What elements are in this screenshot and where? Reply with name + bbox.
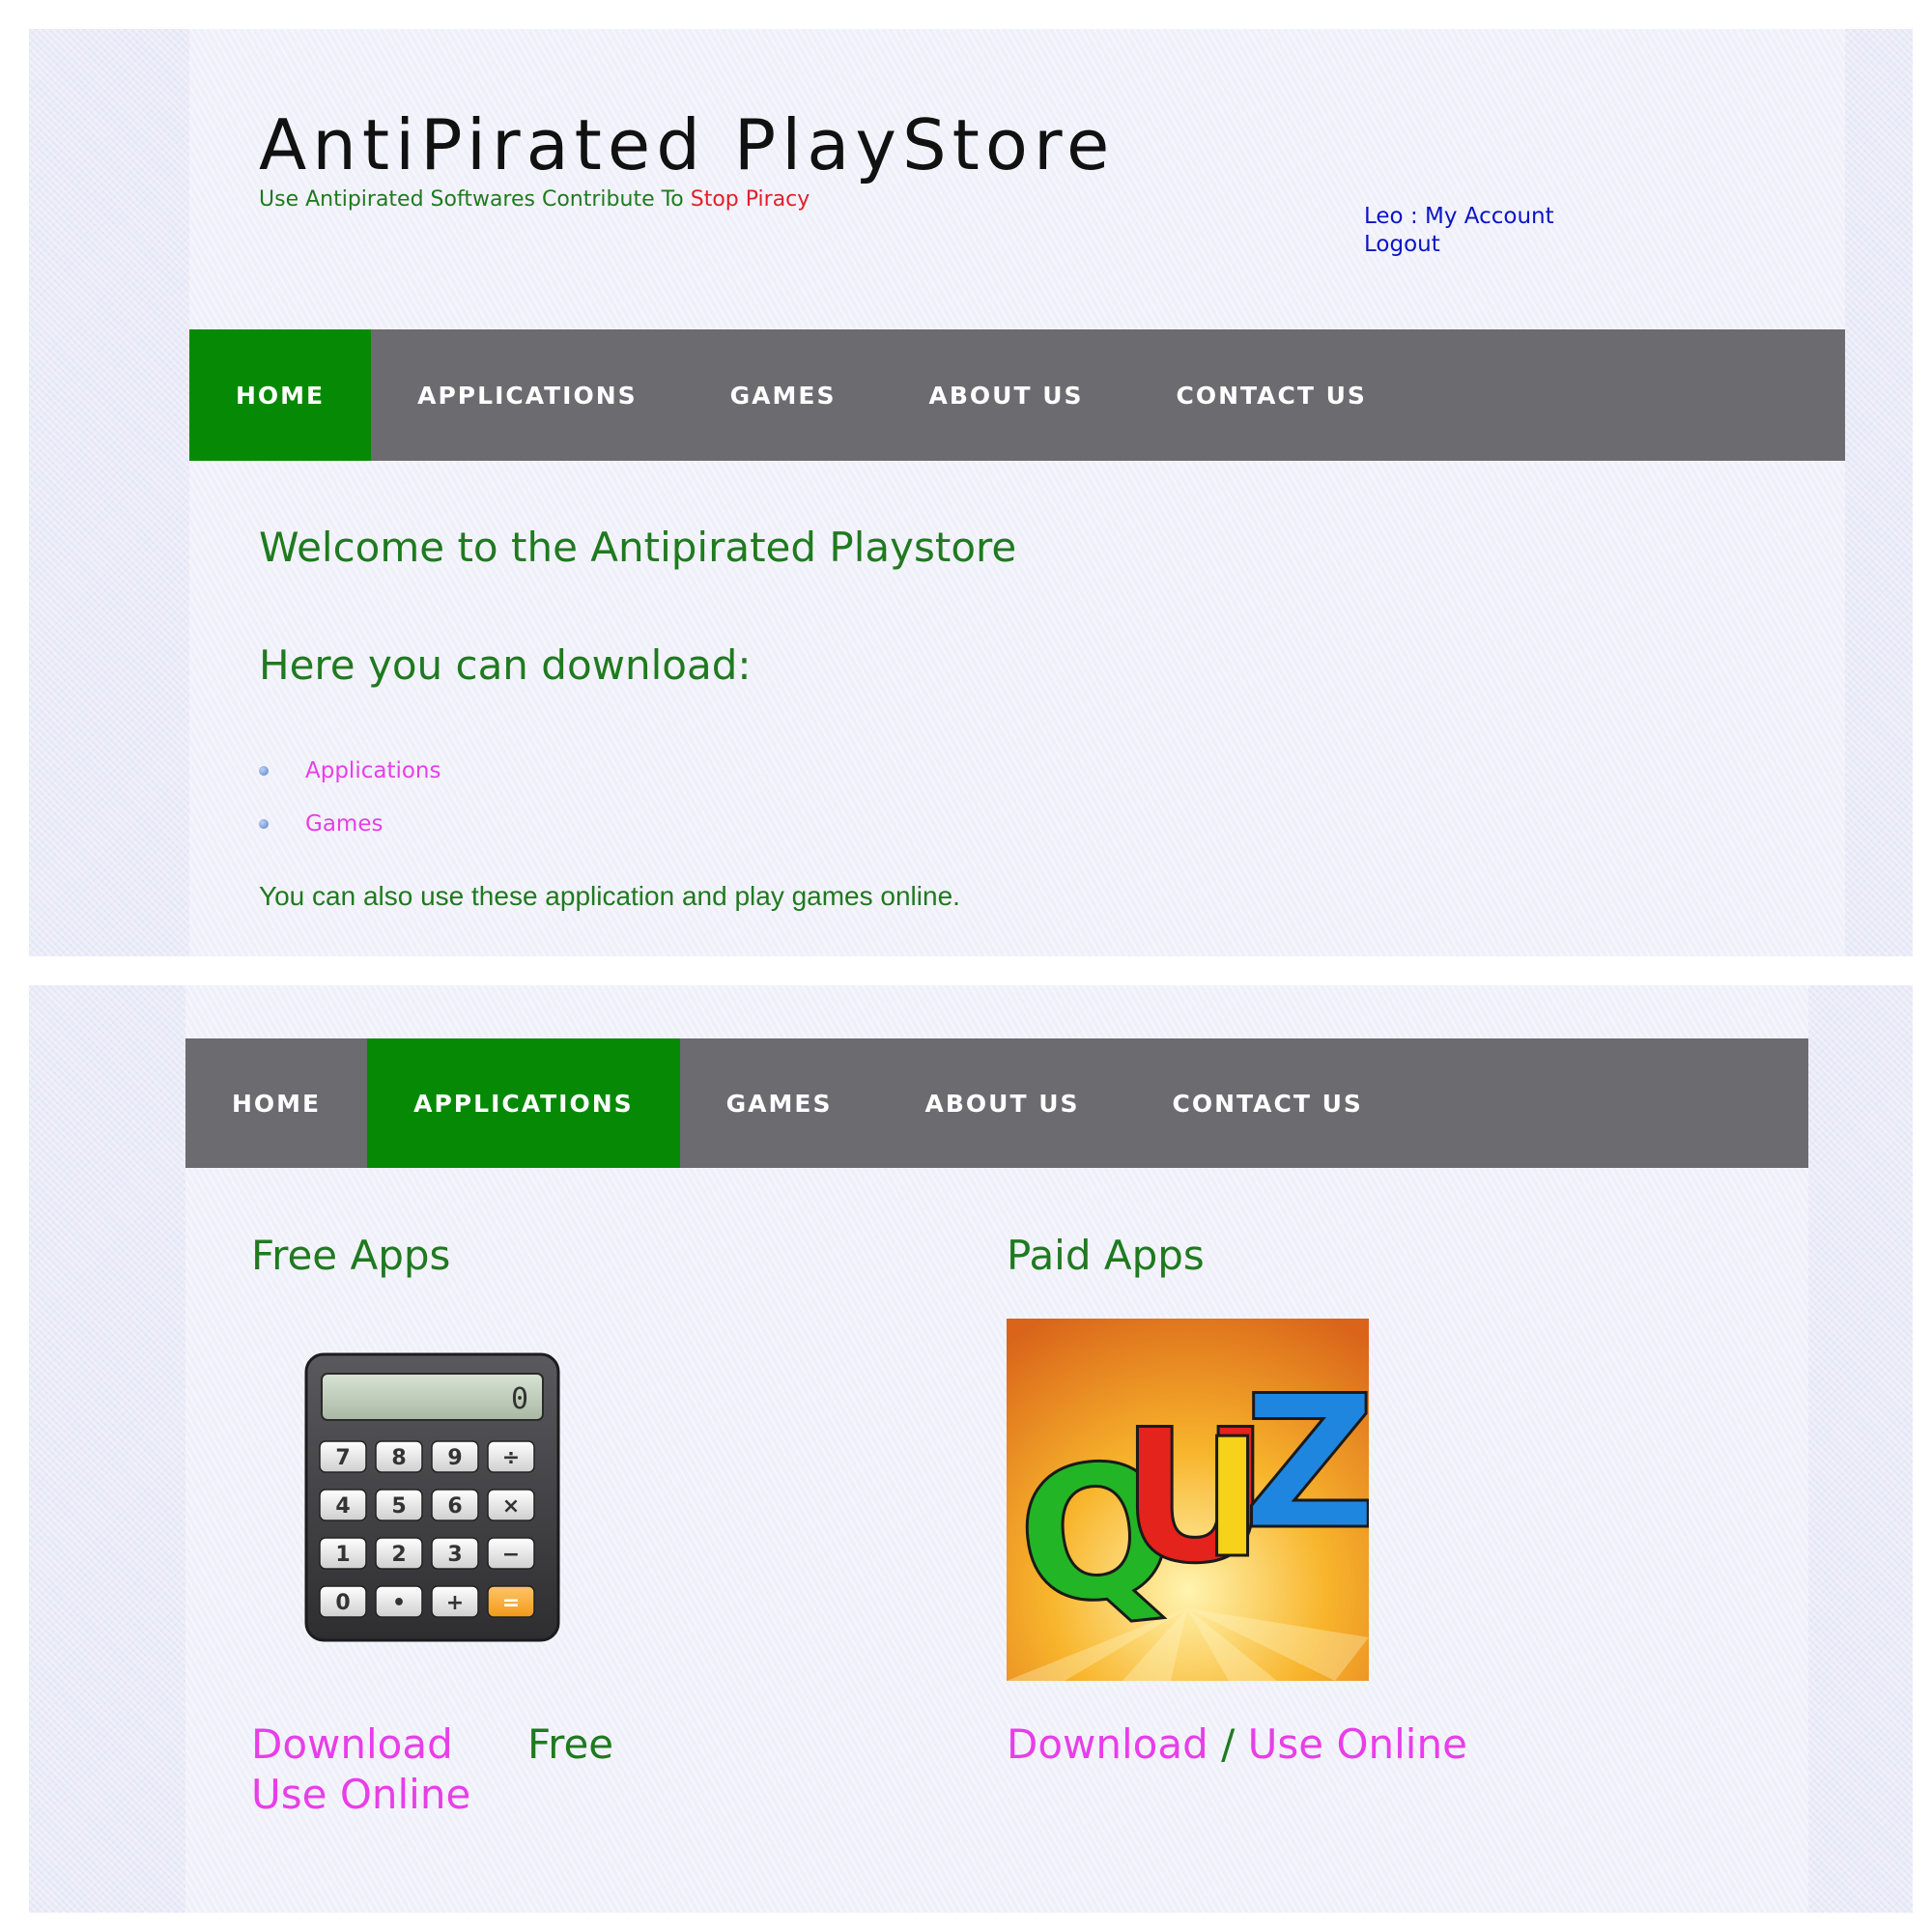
nav-games[interactable]: GAMES [680,1038,879,1168]
home-page-screenshot: AntiPirated PlayStore Use Antipirated So… [29,29,1913,956]
download-list: Applications Games [259,744,441,850]
welcome-heading: Welcome to the Antipirated Playstore [259,524,1017,571]
quiz-icon[interactable]: Q U I Z [1007,1319,1378,1681]
calculator-key: 3 [431,1537,479,1570]
calculator-key: × [487,1489,535,1521]
username: Leo [1364,204,1404,229]
my-account-link[interactable]: My Account [1425,204,1554,229]
main-nav: HOME APPLICATIONS GAMES ABOUT US CONTACT… [185,1038,1808,1168]
calculator-key: 6 [431,1489,479,1521]
calculator-key: 8 [375,1440,423,1473]
list-item: Games [259,797,441,850]
bullet-icon [259,818,269,829]
download-heading: Here you can download: [259,641,752,689]
calculator-key-label: + [446,1591,464,1615]
applications-link[interactable]: Applications [305,758,441,783]
calculator-display: 0 [511,1382,528,1416]
calculator-key-label: × [502,1494,520,1519]
calculator-key-label: = [502,1591,520,1615]
calculator-key-label: 0 [335,1591,350,1615]
paid-actions: Download / Use Online [1007,1720,1467,1768]
quiz-letter-z: Z [1243,1356,1369,1570]
nav-about-us[interactable]: ABOUT US [879,1038,1126,1168]
calculator-key-label: • [392,1591,406,1615]
calculator-key-label: 8 [391,1446,406,1470]
account-separator: : [1403,204,1426,229]
calculator-key-label: 6 [447,1494,462,1519]
free-apps-heading: Free Apps [251,1232,451,1279]
site-title: AntiPirated PlayStore [259,104,1116,185]
calculator-key: 1 [319,1537,367,1570]
calculator-key-label: 1 [335,1543,350,1567]
bullet-icon [259,765,269,776]
calculator-key: • [375,1585,423,1618]
nav-games[interactable]: GAMES [684,329,883,461]
calculator-graphic: 0 7 8 9 ÷ 4 5 6 × 1 2 3 − 0 • + = [304,1352,560,1642]
main-nav: HOME APPLICATIONS GAMES ABOUT US CONTACT… [189,329,1845,461]
calculator-key-label: 7 [335,1446,350,1470]
calculator-key: 4 [319,1489,367,1521]
nav-contact-us[interactable]: CONTACT US [1126,1038,1409,1168]
calculator-key-label: 4 [335,1494,350,1519]
free-download-link[interactable]: Download [251,1720,453,1768]
free-use-online-link[interactable]: Use Online [251,1771,470,1818]
paid-download-link[interactable]: Download [1007,1720,1208,1768]
free-price-label: Free [527,1720,614,1768]
nav-home[interactable]: HOME [185,1038,367,1168]
quiz-graphic: Q U I Z [1007,1319,1378,1681]
online-note: You can also use these application and p… [259,881,960,911]
calculator-key-label: − [502,1543,520,1567]
site-tagline: Use Antipirated Softwares Contribute To … [259,187,810,212]
calculator-key: − [487,1537,535,1570]
calculator-key: 0 [319,1585,367,1618]
nav-applications[interactable]: APPLICATIONS [371,329,684,461]
calculator-key-label: 2 [391,1543,406,1567]
nav-home[interactable]: HOME [189,329,372,461]
logout-link[interactable]: Logout [1364,232,1440,257]
paid-apps-heading: Paid Apps [1007,1232,1205,1279]
calculator-key: + [431,1585,479,1618]
calculator-key: = [487,1585,535,1618]
calculator-key: ÷ [487,1440,535,1473]
calculator-key: 7 [319,1440,367,1473]
nav-applications[interactable]: APPLICATIONS [367,1038,680,1168]
calculator-key: 9 [431,1440,479,1473]
calculator-icon[interactable]: 0 7 8 9 ÷ 4 5 6 × 1 2 3 − 0 • + = [304,1352,560,1642]
nav-contact-us[interactable]: CONTACT US [1130,329,1413,461]
applications-page-screenshot: HOME APPLICATIONS GAMES ABOUT US CONTACT… [29,985,1913,1913]
tagline-highlight: Stop Piracy [690,187,810,212]
calculator-key-label: ÷ [502,1446,520,1470]
paid-separator: / [1208,1720,1248,1768]
tagline-text: Use Antipirated Softwares Contribute To [259,187,691,212]
calculator-key-label: 3 [447,1543,462,1567]
calculator-key-label: 5 [391,1494,406,1519]
nav-about-us[interactable]: ABOUT US [883,329,1130,461]
calculator-key: 5 [375,1489,423,1521]
list-item: Applications [259,744,441,797]
calculator-key-label: 9 [447,1446,462,1470]
account-box: Leo : My Account Logout [1364,203,1554,259]
paid-use-online-link[interactable]: Use Online [1248,1720,1467,1768]
calculator-key: 2 [375,1537,423,1570]
games-link[interactable]: Games [305,811,383,837]
